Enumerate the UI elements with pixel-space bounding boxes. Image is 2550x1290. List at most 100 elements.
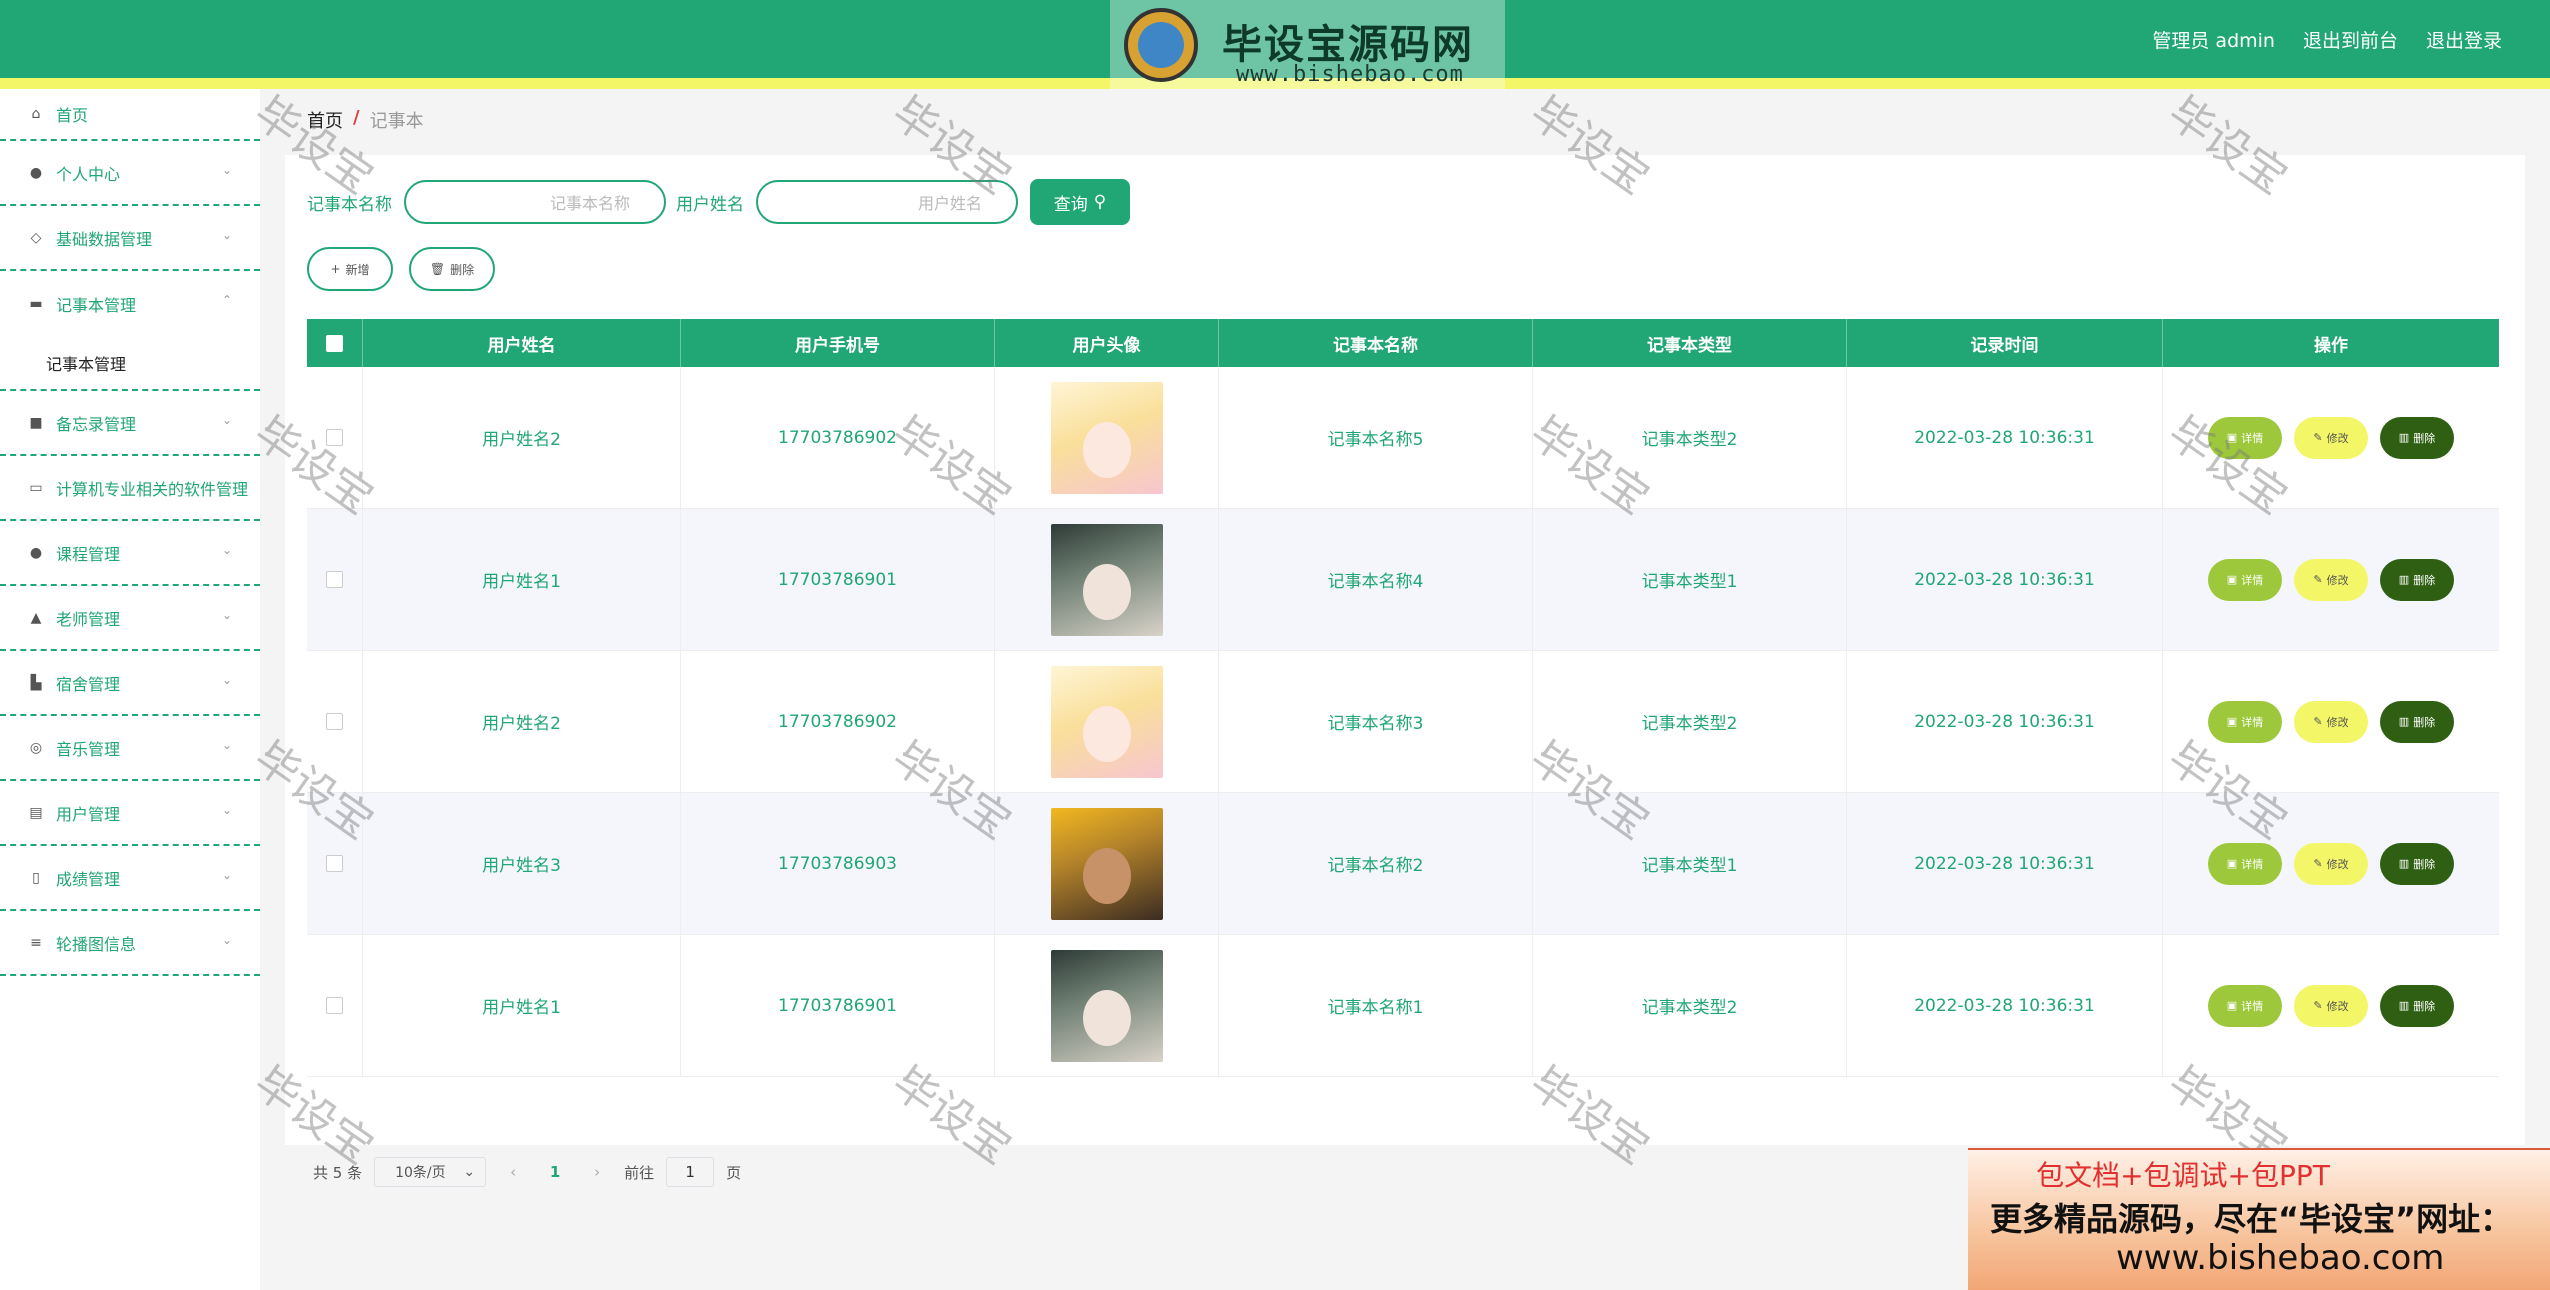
record-time-cell: 2022-03-28 10:36:31	[1847, 509, 2163, 650]
detail-button[interactable]: ▣ 详情	[2208, 700, 2282, 743]
notebook-name-input[interactable]: 记事本名称	[404, 180, 666, 224]
sidebar-item-personal-center[interactable]: ● 个人中心 ⌄	[0, 141, 260, 206]
edit-button[interactable]: ✎ 修改	[2294, 842, 2368, 885]
action-bar: + 新增 🗑 删除	[307, 247, 495, 291]
prev-page-button[interactable]: ‹	[498, 1163, 528, 1181]
column-header: 用户手机号	[681, 319, 995, 367]
sidebar-item-base-data[interactable]: ◇ 基础数据管理 ⌄	[0, 206, 260, 271]
watermark-logo-banner: 毕设宝源码网 www.bishebao.com	[1110, 0, 1505, 90]
row-select-cell	[307, 651, 363, 792]
sidebar-item-label: 轮播图信息	[56, 934, 137, 954]
detail-button[interactable]: ▣ 详情	[2208, 558, 2282, 601]
user-name-input[interactable]: 用户姓名	[756, 180, 1018, 224]
header-nav: 管理员 admin 退出到前台 退出登录	[2152, 26, 2502, 53]
sidebar-item-label: 基础数据管理	[56, 229, 153, 249]
sidebar-item-software[interactable]: ▭ 计算机专业相关的软件管理	[0, 456, 260, 521]
dorm-icon: ▙	[30, 674, 42, 691]
next-page-button[interactable]: ›	[582, 1163, 612, 1181]
delete-button[interactable]: ▥ 删除	[2380, 984, 2454, 1027]
sidebar-item-label: 记事本管理	[56, 295, 137, 315]
delete-button[interactable]: ▥ 删除	[2380, 842, 2454, 885]
column-header: 记事本类型	[1533, 319, 1847, 367]
edit-button[interactable]: ✎ 修改	[2294, 416, 2368, 459]
sidebar-item-user[interactable]: ▤ 用户管理 ⌄	[0, 781, 260, 846]
page-number[interactable]: 1	[540, 1163, 570, 1181]
breadcrumb-home[interactable]: 首页	[307, 107, 343, 133]
detail-icon: ▣	[2226, 573, 2238, 586]
sidebar-item-music[interactable]: ◎ 音乐管理 ⌄	[0, 716, 260, 781]
sidebar-item-notebook[interactable]: ▬ 记事本管理 ⌃	[0, 271, 260, 336]
delete-button-label: 删除	[2413, 999, 2436, 1013]
chevron-down-icon: ⌄	[221, 933, 232, 947]
edit-button[interactable]: ✎ 修改	[2294, 984, 2368, 1027]
chevron-down-icon: ⌄	[221, 163, 232, 177]
table-header: 用户姓名 用户手机号 用户头像 记事本名称 记事本类型 记录时间 操作	[307, 319, 2499, 367]
detail-button[interactable]: ▣ 详情	[2208, 416, 2282, 459]
sidebar-item-score[interactable]: ▯ 成绩管理 ⌄	[0, 846, 260, 911]
query-button[interactable]: 查询 ⚲	[1030, 179, 1130, 225]
row-select-cell	[307, 367, 363, 508]
edit-button[interactable]: ✎ 修改	[2294, 700, 2368, 743]
user-phone-cell: 17703786901	[681, 509, 995, 650]
sidebar-item-label: 首页	[56, 106, 89, 125]
delete-button[interactable]: ▥ 删除	[2380, 416, 2454, 459]
chevron-down-icon: ⌄	[221, 608, 232, 622]
exit-to-front-link[interactable]: 退出到前台	[2303, 26, 2398, 53]
user-name-cell: 用户姓名3	[363, 793, 681, 934]
logout-link[interactable]: 退出登录	[2426, 26, 2502, 53]
notebook-type-cell: 记事本类型2	[1533, 651, 1847, 792]
sidebar-item-teacher[interactable]: ▲ 老师管理 ⌄	[0, 586, 260, 651]
edit-button[interactable]: ✎ 修改	[2294, 558, 2368, 601]
delete-button[interactable]: ▥ 删除	[2380, 700, 2454, 743]
detail-button[interactable]: ▣ 详情	[2208, 842, 2282, 885]
sidebar-item-memo[interactable]: ■ 备忘录管理 ⌄	[0, 391, 260, 456]
detail-icon: ▣	[2226, 715, 2238, 728]
monitor-icon: ▬	[29, 295, 43, 312]
sidebar-item-carousel[interactable]: ≡ 轮播图信息 ⌄	[0, 911, 260, 976]
user-avatar-image	[1050, 665, 1163, 778]
user-avatar-image	[1050, 949, 1163, 1062]
chevron-down-icon: ⌄	[221, 543, 232, 557]
row-checkbox[interactable]	[326, 429, 343, 446]
add-button[interactable]: + 新增	[307, 247, 393, 291]
sidebar-item-dorm[interactable]: ▙ 宿舍管理 ⌄	[0, 651, 260, 716]
detail-button-label: 详情	[2241, 715, 2264, 729]
batch-delete-button[interactable]: 🗑 删除	[409, 247, 495, 291]
sidebar-item-course[interactable]: ● 课程管理 ⌄	[0, 521, 260, 586]
row-checkbox[interactable]	[326, 713, 343, 730]
mic-icon: ▯	[32, 869, 40, 886]
delete-button[interactable]: ▥ 删除	[2380, 558, 2454, 601]
notebook-name-cell: 记事本名称2	[1219, 793, 1533, 934]
edit-button-label: 修改	[2326, 857, 2349, 871]
row-checkbox[interactable]	[326, 855, 343, 872]
table-row: 用户姓名2 17703786902 记事本名称3 记事本类型2 2022-03-…	[307, 651, 2499, 793]
user-avatar-cell	[995, 935, 1219, 1076]
user-phone-cell: 17703786902	[681, 367, 995, 508]
edit-button-label: 修改	[2326, 431, 2349, 445]
edit-icon: ✎	[2313, 431, 2323, 444]
row-select-cell	[307, 935, 363, 1076]
sidebar-subitem-notebook[interactable]: 记事本管理	[0, 336, 260, 391]
notebook-name-cell: 记事本名称5	[1219, 367, 1533, 508]
search-icon: ⚲	[1093, 192, 1107, 212]
user-name-cell: 用户姓名2	[363, 367, 681, 508]
trash-icon: ▥	[2398, 857, 2410, 870]
user-phone-cell: 17703786903	[681, 793, 995, 934]
sidebar-item-label: 课程管理	[56, 544, 121, 564]
detail-button[interactable]: ▣ 详情	[2208, 984, 2282, 1027]
page-size-select[interactable]: 10条/页 ⌄	[374, 1157, 487, 1187]
column-header: 操作	[2314, 335, 2348, 356]
notebook-type-cell: 记事本类型1	[1533, 793, 1847, 934]
row-checkbox[interactable]	[326, 571, 343, 588]
row-checkbox[interactable]	[326, 997, 343, 1014]
row-select-cell	[307, 509, 363, 650]
sidebar-item-label: 用户管理	[56, 804, 121, 824]
select-all-checkbox[interactable]	[326, 334, 343, 352]
jump-page-input[interactable]: 1	[666, 1157, 715, 1187]
bell-off-icon: ◇	[30, 229, 42, 246]
user-name-cell: 用户姓名1	[363, 509, 681, 650]
sidebar-item-home[interactable]: ⌂ 首页	[0, 89, 260, 141]
user-avatar-cell	[995, 651, 1219, 792]
detail-button-label: 详情	[2241, 857, 2264, 871]
column-header: 记录时间	[1847, 319, 2163, 367]
